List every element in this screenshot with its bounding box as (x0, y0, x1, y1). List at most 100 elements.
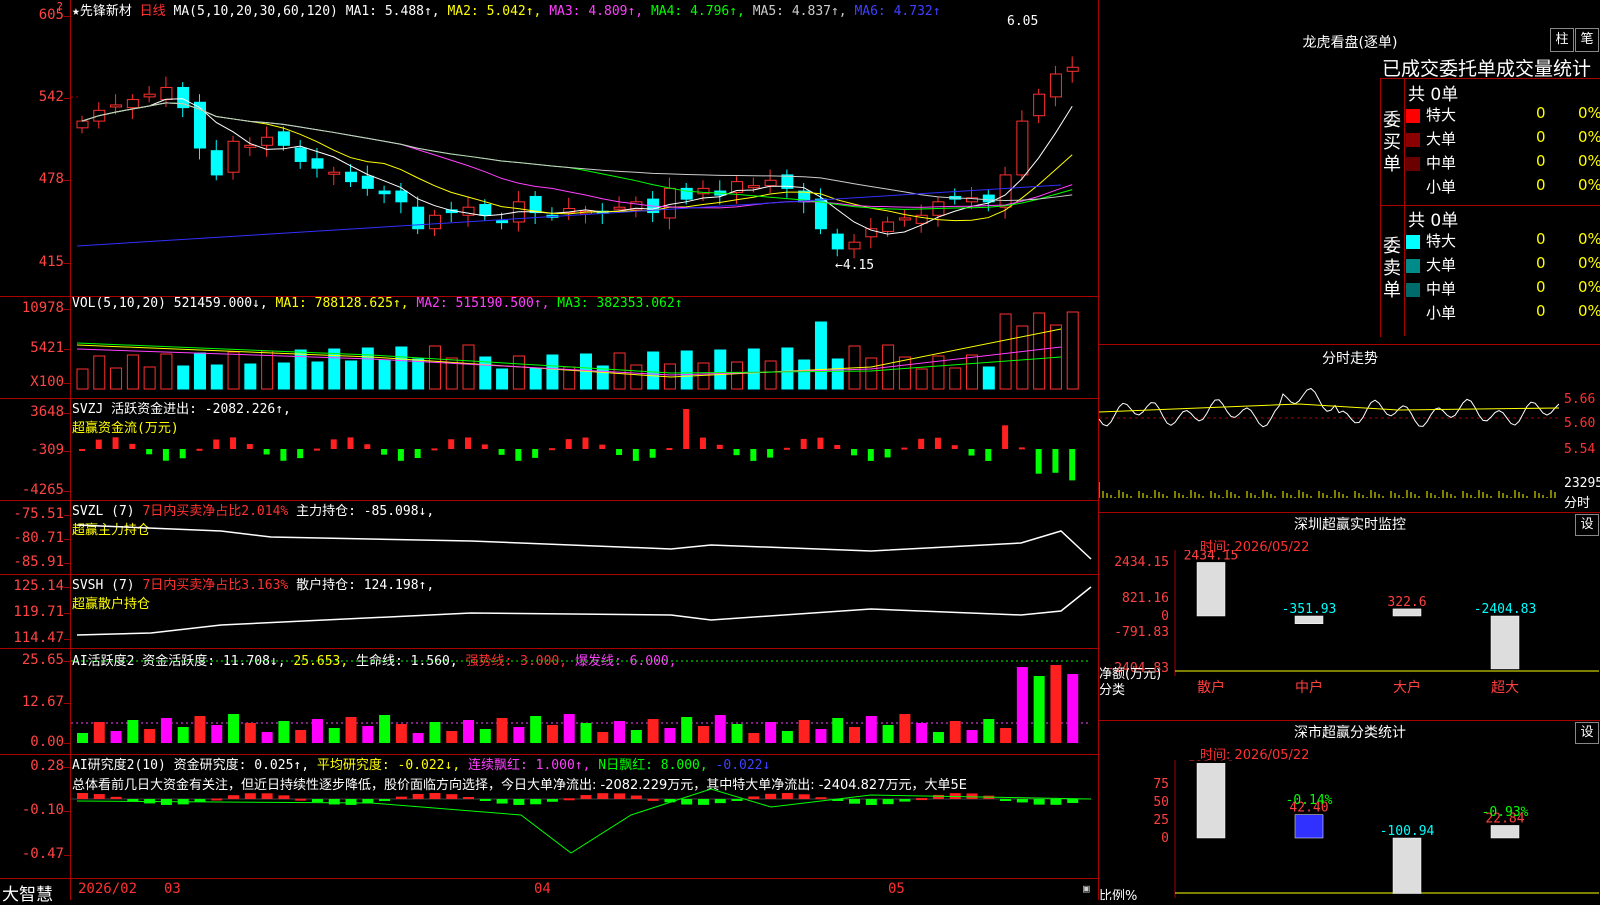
monitor-settings-button[interactable]: 设 (1575, 514, 1599, 536)
research-bar (697, 799, 709, 805)
sell-row-value: 0 (1536, 254, 1546, 272)
ai2Axis-tick-0 (64, 767, 70, 768)
buy-order-label: 委买单 (1383, 110, 1401, 175)
volAxis-label-2: X100 (30, 374, 64, 390)
fund-flow-bar (481, 444, 488, 449)
candle-body (311, 158, 324, 169)
buy-row-1: 大单 0 0% (1406, 128, 1600, 150)
activity-bar (127, 720, 139, 743)
activity-bar (244, 723, 256, 743)
research-bar (429, 793, 441, 799)
research-bar (546, 799, 558, 802)
research-bar (93, 794, 105, 799)
activity-bar (362, 726, 374, 743)
fund-flow-bar (851, 449, 858, 456)
svzl-chart[interactable] (71, 501, 1098, 573)
column-toggle-button[interactable]: 柱 (1550, 28, 1574, 52)
svzjAxis-tick-2 (64, 491, 70, 492)
activity-bar (328, 728, 340, 743)
class-settings-button[interactable]: 设 (1575, 722, 1599, 744)
activity-bar (412, 733, 424, 743)
mainAxis-label-1: 542 (38, 89, 64, 105)
volume-bar (747, 348, 760, 390)
class-pct-label: -0.93% (1482, 805, 1529, 820)
fund-flow-bar (985, 449, 992, 461)
fund-flow-bar (364, 444, 371, 449)
activity-bar (815, 729, 827, 743)
research-bar (882, 799, 894, 805)
lock-icon[interactable]: ▣ (1083, 882, 1090, 895)
candlestick-chart[interactable] (71, 0, 1098, 296)
fund-flow-bar (330, 439, 337, 449)
sz-class-chart[interactable]: 7550250135.70散户42.40中户-100.94大户22.84超大比例… (1099, 760, 1599, 900)
research-bar (966, 793, 978, 799)
research-bar (580, 795, 592, 799)
ai-activity-chart[interactable] (71, 649, 1098, 753)
fund-flow-bar (263, 449, 270, 455)
candle-body (1049, 73, 1062, 98)
sz-monitor-chart[interactable]: 2434.15 821.16 0-791.83 -2404.83 2434.15 散户 -3… (1099, 550, 1599, 720)
activity-bar (781, 731, 793, 743)
fund-flow-bar (1002, 425, 1009, 449)
activity-bar (429, 722, 441, 743)
stroke-toggle-button[interactable]: 笔 (1575, 28, 1599, 52)
activity-bar (697, 726, 709, 743)
svzj-chart[interactable] (71, 399, 1098, 499)
volume-bar (949, 367, 962, 390)
candle-body (1066, 66, 1079, 72)
activity-bar (1000, 728, 1012, 743)
category-label: 超大 (1491, 680, 1519, 696)
volume-bar (764, 360, 777, 390)
sell-row-value: 0 (1536, 302, 1546, 320)
category-bar (1392, 608, 1422, 617)
volume-bar (93, 355, 106, 390)
research-bar (849, 799, 861, 804)
sell-row-2: 中单 0 0% (1406, 278, 1600, 300)
volume-bar (210, 364, 223, 390)
intraday-chart[interactable] (1099, 368, 1559, 508)
ai2Axis-tick-2 (64, 855, 70, 856)
research-bar (345, 799, 357, 805)
candle-body (395, 190, 408, 203)
activity-bar (479, 729, 491, 743)
research-bar (647, 798, 659, 801)
volume-chart[interactable] (71, 297, 1098, 397)
fund-flow-bar (616, 449, 623, 456)
activity-bar (681, 717, 693, 743)
sell-row-pct: 0% (1578, 302, 1600, 320)
sell-color-swatch (1406, 258, 1420, 273)
volume-bar (193, 352, 206, 390)
volume-bar (110, 367, 123, 390)
volume-bar (227, 351, 240, 390)
svzjAxis-label-0: 3648 (30, 404, 64, 420)
svshAxis-tick-1 (64, 613, 70, 614)
main-holding-line (76, 524, 1092, 560)
research-bar (1000, 799, 1012, 801)
bar-value-label: -100.94 (1380, 824, 1435, 839)
fund-flow-bar (297, 449, 304, 459)
buy-color-swatch (1406, 156, 1420, 171)
activity-bar (1067, 674, 1079, 743)
buy-row-label: 大单 (1426, 130, 1457, 148)
candle-body (613, 206, 626, 210)
fund-flow-bar (313, 448, 320, 451)
mainAxis-label-2: 478 (38, 171, 64, 187)
fund-flow-bar (179, 449, 186, 459)
fenshi-axis-3: 5.54 (1564, 442, 1596, 457)
activity-bar (932, 732, 944, 743)
fund-flow-bar (800, 438, 807, 449)
volume-bar (126, 354, 139, 390)
ai-research-chart[interactable] (71, 755, 1098, 877)
research-bar (781, 793, 793, 799)
fund-flow-bar (565, 439, 572, 449)
activity-bar (983, 719, 995, 743)
svsh-chart[interactable] (71, 575, 1098, 647)
activity-bar (496, 718, 508, 743)
activity-bar (630, 730, 642, 743)
date-axis-bar[interactable]: 大智慧 2026/02 03 04 05 ▣ (0, 878, 1098, 905)
buy-row-pct: 0% (1578, 104, 1600, 122)
ai2Axis-label-1: -0.10 (21, 802, 64, 818)
date-label-4: 05 (888, 881, 905, 897)
volume-bar (512, 355, 525, 390)
activity-bar (379, 715, 391, 743)
